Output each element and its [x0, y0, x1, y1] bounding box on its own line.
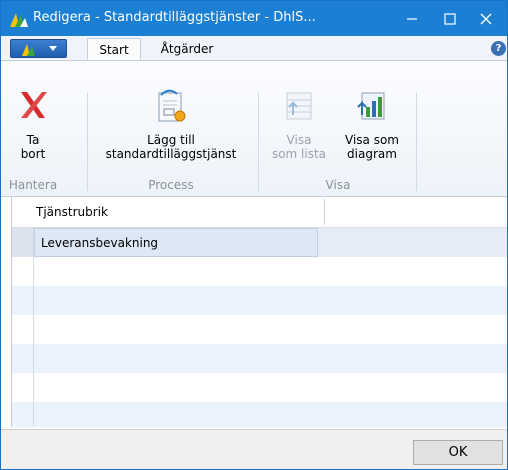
group-label-process: Process	[148, 178, 194, 192]
ok-button[interactable]: OK	[413, 440, 503, 465]
app-logo-icon	[10, 13, 28, 27]
chevron-down-icon	[49, 46, 57, 51]
column-header-tjanstrubrik[interactable]: Tjänstrubrik	[36, 197, 108, 227]
chart-view-icon	[357, 92, 385, 120]
list-view-icon	[286, 92, 312, 120]
close-button[interactable]	[463, 1, 507, 36]
ribbon-tab-row: Start Åtgärder ?	[1, 36, 507, 61]
help-icon[interactable]: ?	[491, 41, 506, 56]
view-list-label-line2: som lista	[271, 147, 327, 161]
table-row[interactable]: Leveransbevakning	[12, 228, 507, 257]
view-list-label-line1: Visa	[286, 133, 312, 147]
document-add-icon	[158, 89, 186, 122]
table-cell[interactable]: Leveransbevakning	[34, 228, 318, 257]
table-row[interactable]	[12, 315, 507, 344]
table-row[interactable]	[12, 402, 507, 427]
row-selector[interactable]	[12, 344, 34, 373]
view-chart-label-line1: Visa som	[345, 133, 399, 147]
delete-button[interactable]: Ta bort	[6, 89, 60, 161]
dialog-window: Redigera - Standardtilläggstjänster - Dh…	[0, 0, 508, 470]
group-label-visa: Visa	[325, 178, 351, 192]
table-row[interactable]	[12, 257, 507, 286]
tab-start[interactable]: Start	[87, 38, 141, 60]
row-selector[interactable]	[12, 286, 34, 315]
dialog-footer: OK	[1, 429, 507, 469]
services-grid: Tjänstrubrik Leveransbevakning	[11, 197, 507, 427]
window-title: Redigera - Standardtilläggstjänster - Dh…	[33, 10, 316, 25]
table-row[interactable]	[12, 344, 507, 373]
add-standard-service-button[interactable]: Lägg till standardtilläggstjänst	[93, 89, 249, 161]
delete-label-line2: bort	[20, 147, 46, 161]
add-service-label-line1: Lägg till	[147, 133, 195, 147]
ribbon-separator	[258, 93, 259, 191]
close-icon	[480, 13, 492, 24]
title-bar[interactable]: Redigera - Standardtilläggstjänster - Dh…	[1, 1, 507, 36]
grid-header: Tjänstrubrik	[12, 197, 507, 228]
minimize-icon	[407, 17, 417, 20]
delete-label-line1: Ta	[26, 133, 40, 147]
table-row[interactable]	[12, 373, 507, 402]
group-label-hantera: Hantera	[8, 178, 58, 192]
row-selector[interactable]	[12, 228, 34, 257]
column-divider[interactable]	[324, 199, 325, 225]
delete-x-icon	[21, 92, 47, 118]
ribbon-separator	[416, 93, 417, 191]
view-chart-label-line2: diagram	[347, 147, 397, 161]
app-menu-logo-icon	[22, 44, 35, 56]
row-selector[interactable]	[12, 315, 34, 344]
maximize-icon	[444, 12, 456, 25]
application-menu-button[interactable]	[10, 39, 67, 58]
view-as-chart-button[interactable]: Visa som diagram	[337, 89, 407, 161]
add-service-label-line2: standardtilläggstjänst	[105, 147, 237, 161]
row-selector[interactable]	[12, 402, 34, 427]
view-as-list-button[interactable]: Visa som lista	[269, 89, 329, 161]
ribbon-separator	[87, 93, 88, 191]
tab-atgarder[interactable]: Åtgärder	[150, 38, 224, 60]
ribbon: Ta bort Hantera Lägg till standardtilläg…	[1, 61, 507, 197]
row-selector[interactable]	[12, 373, 34, 402]
table-row[interactable]	[12, 286, 507, 315]
row-selector[interactable]	[12, 257, 34, 286]
